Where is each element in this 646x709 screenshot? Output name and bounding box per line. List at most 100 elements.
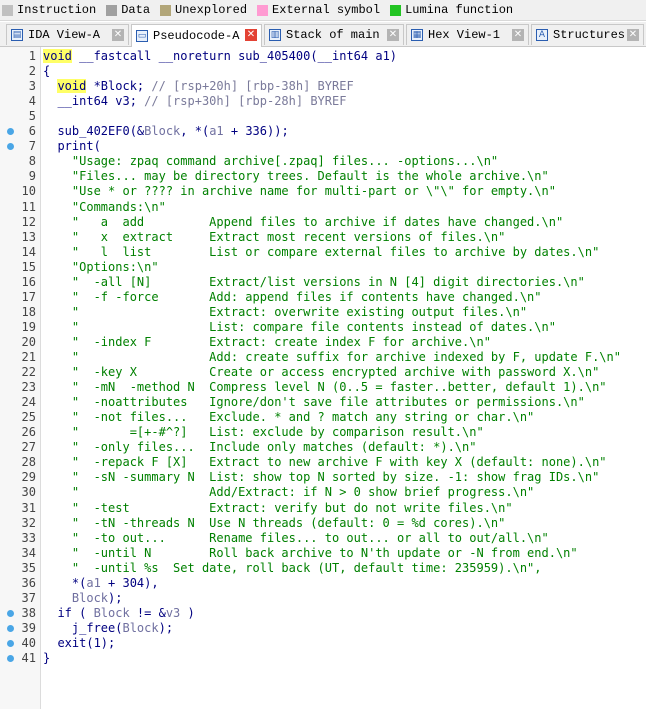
code-token: print( <box>43 139 101 154</box>
code-line[interactable]: 40 exit(1); <box>0 636 646 651</box>
code-text: " Extract: overwrite existing output fil… <box>43 305 527 320</box>
code-line[interactable]: 14 " l list List or compare external fil… <box>0 245 646 260</box>
code-token: " -repack F [X] Extract to new archive F… <box>43 455 607 470</box>
code-line[interactable]: 35 " -until %s Set date, roll back (UT, … <box>0 561 646 576</box>
legend-label: External symbol <box>272 3 381 17</box>
code-token: if ( <box>43 605 94 620</box>
code-text: " -test Extract: verify but do not write… <box>43 501 513 516</box>
code-line[interactable]: 9 "Files... may be directory trees. Defa… <box>0 169 646 184</box>
code-line[interactable]: 8 "Usage: zpaq command archive[.zpaq] fi… <box>0 154 646 169</box>
code-line[interactable]: 36 *(a1 + 304), <box>0 576 646 591</box>
code-line[interactable]: 5 <box>0 109 646 124</box>
code-line[interactable]: 29 " -sN -summary N List: show top N sor… <box>0 470 646 485</box>
code-line[interactable]: 13 " x extract Extract most recent versi… <box>0 230 646 245</box>
code-token: __int64 v3; <box>43 94 145 109</box>
code-line[interactable]: 32 " -tN -threads N Use N threads (defau… <box>0 516 646 531</box>
close-icon[interactable]: ✕ <box>245 29 257 41</box>
code-line[interactable]: 16 " -all [N] Extract/list versions in N… <box>0 275 646 290</box>
code-text: " -until N Roll back archive to N'th upd… <box>43 546 578 561</box>
code-line[interactable]: 34 " -until N Roll back archive to N'th … <box>0 546 646 561</box>
code-line[interactable]: 26 " =[+-#^?] List: exclude by compariso… <box>0 425 646 440</box>
code-token: Block <box>71 590 109 605</box>
code-line[interactable]: 38 if ( Block != &v3 ) <box>0 606 646 621</box>
pseudocode-editor[interactable]: 1 void __fastcall __noreturn sub_405400(_… <box>0 47 646 709</box>
code-token: " -key X Create or access encrypted arch… <box>43 365 600 380</box>
code-line[interactable]: 20 " -index F Extract: create index F fo… <box>0 335 646 350</box>
code-line[interactable]: 25 " -not files... Exclude. * and ? matc… <box>0 410 646 425</box>
code-line[interactable]: 37 Block); <box>0 591 646 606</box>
code-line[interactable]: 3 void *Block; // [rsp+20h] [rbp-38h] BY… <box>0 79 646 94</box>
code-line[interactable]: 41} <box>0 651 646 666</box>
code-token: v3 <box>165 605 181 620</box>
code-token: + 304), <box>100 575 159 590</box>
code-text: { <box>43 64 50 79</box>
code-token: , *( <box>180 124 210 139</box>
code-token: " Add/Extract: if N > 0 show brief progr… <box>43 485 535 500</box>
tab-bar: ▤ IDA View-A ✕ ▭ Pseudocode-A ✕ ▥ Stack of main… <box>0 22 646 47</box>
code-token: *Block; <box>86 79 152 94</box>
line-number: 33 <box>21 530 36 545</box>
code-line[interactable]: 18 " Extract: overwrite existing output … <box>0 305 646 320</box>
code-token: " -f -force Add: append files if content… <box>43 289 542 304</box>
code-line[interactable]: 7 print( <box>0 139 646 154</box>
code-line[interactable]: 10 "Use * or ???? in archive name for mu… <box>0 184 646 199</box>
code-line[interactable]: 22 " -key X Create or access encrypted a… <box>0 365 646 380</box>
tab-ida-view-a[interactable]: ▤ IDA View-A ✕ <box>6 24 129 45</box>
code-text: __int64 v3; // [rsp+30h] [rbp-28h] BYREF <box>43 94 346 109</box>
code-line[interactable]: 27 " -only files... Include only matches… <box>0 440 646 455</box>
code-token: " -not files... Exclude. * and ? match a… <box>43 410 535 425</box>
code-line[interactable]: 17 " -f -force Add: append files if cont… <box>0 290 646 305</box>
code-text: " =[+-#^?] List: exclude by comparison r… <box>43 425 484 440</box>
code-line[interactable]: 19 " List: compare file contents instead… <box>0 320 646 335</box>
tab-pseudocode-a[interactable]: ▭ Pseudocode-A ✕ <box>131 24 262 47</box>
code-token: != & <box>129 605 166 620</box>
tab-hex-view-1[interactable]: ▦ Hex View-1 ✕ <box>406 24 529 45</box>
code-token: sub_402EF0(& <box>43 124 145 139</box>
code-text: *(a1 + 304), <box>43 576 159 591</box>
code-text: " -to out... Rename files... to out... o… <box>43 531 549 546</box>
code-line[interactable]: 39 j_free(Block); <box>0 621 646 636</box>
tab-stack-of-main[interactable]: ▥ Stack of main ✕ <box>264 24 404 45</box>
code-token: Block <box>122 620 159 635</box>
code-line[interactable]: 24 " -noattributes Ignore/don't save fil… <box>0 395 646 410</box>
code-line[interactable]: 6 sub_402EF0(&Block, *(a1 + 336)); <box>0 124 646 139</box>
line-number: 32 <box>21 515 36 530</box>
line-number: 16 <box>21 274 36 289</box>
code-line[interactable]: 1 void __fastcall __noreturn sub_405400(_… <box>0 49 646 64</box>
code-token: ); <box>158 620 174 635</box>
line-number: 11 <box>21 199 36 214</box>
code-text: if ( Block != &v3 ) <box>43 605 194 621</box>
close-icon[interactable]: ✕ <box>112 29 124 41</box>
close-icon[interactable]: ✕ <box>512 29 524 41</box>
code-token: " -only files... Include only matches (d… <box>43 440 477 455</box>
code-line[interactable]: 33 " -to out... Rename files... to out..… <box>0 531 646 546</box>
code-line[interactable]: 23 " -mN -method N Compress level N (0..… <box>0 380 646 395</box>
code-text: "Commands:\n" <box>43 200 166 215</box>
code-line[interactable]: 4 __int64 v3; // [rsp+30h] [rbp-28h] BYR… <box>0 94 646 109</box>
legend-swatch <box>2 4 13 16</box>
code-line[interactable]: 28 " -repack F [X] Extract to new archiv… <box>0 455 646 470</box>
close-icon[interactable]: ✕ <box>387 29 399 41</box>
code-token: } <box>43 651 51 665</box>
line-number: 9 <box>28 169 36 184</box>
code-text: " -mN -method N Compress level N (0..5 =… <box>43 380 607 395</box>
code-line[interactable]: 11 "Commands:\n" <box>0 200 646 215</box>
code-line[interactable]: 2{ <box>0 64 646 79</box>
tab-structures[interactable]: A Structures ✕ <box>531 24 644 45</box>
code-line[interactable]: 30 " Add/Extract: if N > 0 show brief pr… <box>0 485 646 500</box>
code-line[interactable]: 21 " Add: create suffix for archive inde… <box>0 350 646 365</box>
code-token: // [rsp+30h] [rbp-28h] BYREF <box>144 94 347 109</box>
line-number: 7 <box>28 139 36 154</box>
code-text: "Options:\n" <box>43 260 159 275</box>
code-text: " a add Append files to archive if dates… <box>43 215 563 230</box>
legend-item: Lumina function <box>388 3 513 17</box>
code-line[interactable]: 31 " -test Extract: verify but do not wr… <box>0 501 646 516</box>
code-line[interactable]: 12 " a add Append files to archive if da… <box>0 215 646 230</box>
code-line[interactable]: 15 "Options:\n" <box>0 260 646 275</box>
code-token: "Files... may be directory trees. Defaul… <box>43 169 549 184</box>
legend-swatch <box>390 4 402 16</box>
code-token: *( <box>43 575 87 590</box>
close-icon[interactable]: ✕ <box>627 29 639 41</box>
